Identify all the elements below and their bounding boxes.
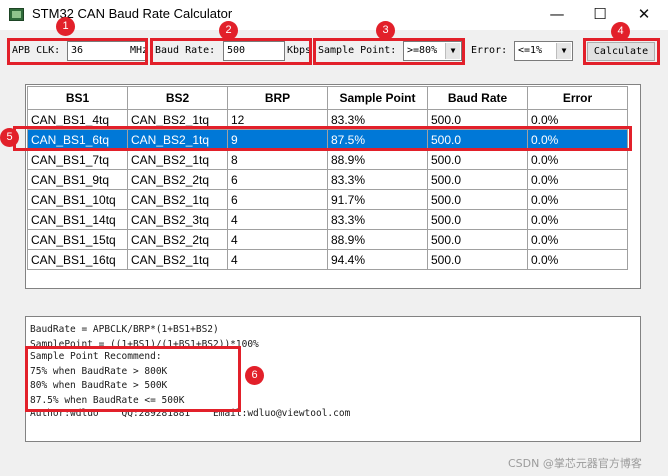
results-grid: BS1 BS2 BRP Sample Point Baud Rate Error… bbox=[27, 86, 628, 270]
cell-sample-point: 83.3% bbox=[327, 209, 428, 230]
app-icon bbox=[9, 8, 24, 21]
cell-bs2: CAN_BS2_2tq bbox=[127, 169, 228, 190]
cell-baud-rate: 500.0 bbox=[427, 149, 528, 170]
cell-bs2: CAN_BS2_2tq bbox=[127, 229, 228, 250]
error-label: Error: bbox=[471, 45, 508, 56]
cell-error: 0.0% bbox=[527, 229, 628, 250]
annotation-box-2 bbox=[150, 38, 312, 65]
cell-baud-rate: 500.0 bbox=[427, 189, 528, 210]
cell-bs1: CAN_BS1_14tq bbox=[27, 209, 128, 230]
cell-brp: 6 bbox=[227, 189, 328, 210]
annotation-badge-5: 5 bbox=[0, 128, 19, 147]
cell-bs1: CAN_BS1_10tq bbox=[27, 189, 128, 210]
output-line: BaudRate = APBCLK/BRP*(1+BS1+BS2) bbox=[30, 324, 219, 335]
cell-sample-point: 91.7% bbox=[327, 189, 428, 210]
cell-brp: 4 bbox=[227, 229, 328, 250]
cell-brp: 4 bbox=[227, 209, 328, 230]
watermark: CSDN @掌芯元器官方博客 bbox=[508, 457, 642, 470]
table-row[interactable]: CAN_BS1_10tq CAN_BS2_1tq 6 91.7% 500.0 0… bbox=[27, 189, 628, 210]
results-table: BS1 BS2 BRP Sample Point Baud Rate Error… bbox=[25, 84, 641, 289]
annotation-box-4 bbox=[583, 38, 660, 65]
cell-error: 0.0% bbox=[527, 249, 628, 270]
cell-error: 0.0% bbox=[527, 209, 628, 230]
column-header-error[interactable]: Error bbox=[527, 86, 628, 110]
annotation-badge-4: 4 bbox=[611, 22, 630, 41]
cell-bs2: CAN_BS2_3tq bbox=[127, 209, 228, 230]
cell-bs1: CAN_BS1_16tq bbox=[27, 249, 128, 270]
cell-bs2: CAN_BS2_1tq bbox=[127, 249, 228, 270]
cell-bs1: CAN_BS1_9tq bbox=[27, 169, 128, 190]
table-row[interactable]: CAN_BS1_7tq CAN_BS2_1tq 8 88.9% 500.0 0.… bbox=[27, 149, 628, 170]
annotation-badge-1: 1 bbox=[56, 17, 75, 36]
table-header-row: BS1 BS2 BRP Sample Point Baud Rate Error bbox=[27, 86, 628, 110]
cell-brp: 6 bbox=[227, 169, 328, 190]
cell-baud-rate: 500.0 bbox=[427, 209, 528, 230]
annotation-badge-6: 6 bbox=[245, 366, 264, 385]
cell-sample-point: 88.9% bbox=[327, 229, 428, 250]
annotation-box-3 bbox=[313, 38, 465, 65]
annotation-box-6 bbox=[25, 346, 241, 412]
cell-brp: 4 bbox=[227, 249, 328, 270]
cell-sample-point: 88.9% bbox=[327, 149, 428, 170]
cell-baud-rate: 500.0 bbox=[427, 229, 528, 250]
minimize-button[interactable]: — bbox=[535, 0, 579, 30]
cell-baud-rate: 500.0 bbox=[427, 169, 528, 190]
column-header-bs2[interactable]: BS2 bbox=[127, 86, 228, 110]
annotation-box-1 bbox=[7, 38, 148, 65]
cell-error: 0.0% bbox=[527, 189, 628, 210]
chevron-down-icon[interactable]: ▼ bbox=[556, 43, 571, 59]
column-header-bs1[interactable]: BS1 bbox=[27, 86, 128, 110]
column-header-baud-rate[interactable]: Baud Rate bbox=[427, 86, 528, 110]
title-bar: STM32 CAN Baud Rate Calculator — ☐ ✕ bbox=[0, 0, 668, 30]
column-header-brp[interactable]: BRP bbox=[227, 86, 328, 110]
cell-bs1: CAN_BS1_15tq bbox=[27, 229, 128, 250]
cell-error: 0.0% bbox=[527, 149, 628, 170]
table-row[interactable]: CAN_BS1_14tq CAN_BS2_3tq 4 83.3% 500.0 0… bbox=[27, 209, 628, 230]
table-row[interactable]: CAN_BS1_16tq CAN_BS2_1tq 4 94.4% 500.0 0… bbox=[27, 249, 628, 270]
column-header-sample-point[interactable]: Sample Point bbox=[327, 86, 428, 110]
cell-bs2: CAN_BS2_1tq bbox=[127, 189, 228, 210]
error-value: <=1% bbox=[518, 45, 543, 56]
cell-baud-rate: 500.0 bbox=[427, 249, 528, 270]
close-button[interactable]: ✕ bbox=[622, 0, 666, 30]
cell-sample-point: 94.4% bbox=[327, 249, 428, 270]
cell-bs2: CAN_BS2_1tq bbox=[127, 149, 228, 170]
cell-brp: 8 bbox=[227, 149, 328, 170]
table-row[interactable]: CAN_BS1_9tq CAN_BS2_2tq 6 83.3% 500.0 0.… bbox=[27, 169, 628, 190]
error-select[interactable]: <=1% ▼ bbox=[514, 41, 573, 61]
table-row[interactable]: CAN_BS1_15tq CAN_BS2_2tq 4 88.9% 500.0 0… bbox=[27, 229, 628, 250]
annotation-badge-3: 3 bbox=[376, 21, 395, 40]
cell-error: 0.0% bbox=[527, 169, 628, 190]
annotation-badge-2: 2 bbox=[219, 21, 238, 40]
cell-bs1: CAN_BS1_7tq bbox=[27, 149, 128, 170]
annotation-box-5 bbox=[13, 126, 632, 151]
cell-sample-point: 83.3% bbox=[327, 169, 428, 190]
